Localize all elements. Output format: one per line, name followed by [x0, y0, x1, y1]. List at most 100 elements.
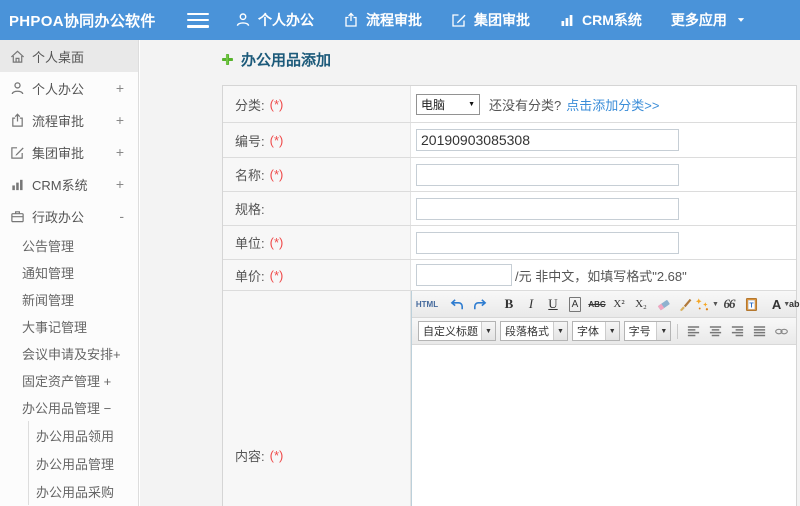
- nav-item-label: 流程审批: [366, 12, 422, 28]
- align-justify-button[interactable]: [749, 321, 769, 341]
- italic-glyph: I: [528, 296, 534, 311]
- sidebar-item-label: 行政办公: [32, 209, 85, 225]
- expand-plus-icon[interactable]: +: [116, 112, 124, 128]
- sidebar-item-9[interactable]: 大事记管理: [0, 313, 138, 340]
- eraser-button[interactable]: [653, 294, 673, 314]
- html-source-button[interactable]: HTML: [416, 294, 438, 314]
- bold-button[interactable]: B: [499, 294, 519, 314]
- underline-button[interactable]: U: [543, 294, 563, 314]
- unit-input[interactable]: [416, 231, 679, 254]
- strikethrough-button[interactable]: ABC: [587, 294, 607, 314]
- font-family-select[interactable]: 字体 ▼: [572, 321, 620, 341]
- sidebar-item-7[interactable]: 通知管理: [0, 259, 138, 286]
- link-button[interactable]: [771, 321, 791, 341]
- blockquote-button[interactable]: 66: [719, 294, 739, 314]
- font-size-select[interactable]: 字号 ▼: [623, 321, 672, 341]
- nav-item-4[interactable]: CRM系统: [559, 10, 642, 30]
- field-label-price: 单价:: [235, 268, 265, 284]
- editor-toolbar-row2: 自定义标题 ▼ 段落格式 ▼ 字体 ▼ 字号 ▼: [412, 318, 796, 345]
- topbar: PHPOA协同办公软件 个人办公 流程审批 集团审批 CRM系统 更多应用: [0, 0, 800, 40]
- collapse-minus-icon[interactable]: -: [119, 208, 124, 224]
- required-mark: (*): [269, 235, 284, 250]
- sidebar-item-12[interactable]: 办公用品管理 −: [0, 394, 138, 421]
- highlight-color-button[interactable]: ab▼: [789, 294, 800, 314]
- sidebar-item-label: 新闻管理: [22, 293, 75, 308]
- required-mark: (*): [269, 167, 284, 182]
- edit-icon: [10, 145, 25, 160]
- form-row-price: 单价: (*) /元 非中文，如填写格式"2.68": [223, 260, 796, 291]
- boxed-a-button[interactable]: A: [565, 294, 585, 314]
- sidebar-item-6[interactable]: 公告管理: [0, 232, 138, 259]
- page-title-row: 办公用品添加: [221, 49, 331, 70]
- sidebar-item-14[interactable]: 办公用品管理: [29, 449, 138, 477]
- menu-toggle-icon[interactable]: [187, 12, 209, 28]
- sidebar-item-11[interactable]: 固定资产管理 +: [0, 367, 138, 394]
- sidebar-item-label: CRM系统: [32, 177, 88, 193]
- align-center-icon: [708, 324, 723, 339]
- auto-typeset-button[interactable]: ▼: [695, 294, 719, 314]
- sidebar-item-15[interactable]: 办公用品采购: [29, 477, 138, 505]
- add-category-link[interactable]: 点击添加分类>>: [566, 95, 659, 114]
- paragraph-format-select[interactable]: 段落格式 ▼: [500, 321, 568, 341]
- category-select[interactable]: 电脑 ▼: [416, 93, 480, 115]
- sidebar-item-0[interactable]: 个人桌面: [0, 40, 138, 72]
- sidebar-item-8[interactable]: 新闻管理: [0, 286, 138, 313]
- form-row-category: 分类: (*) 电脑 ▼ 还没有分类? 点击添加分类>>: [223, 86, 796, 123]
- svg-text:T: T: [749, 302, 754, 309]
- undo-icon: [450, 297, 465, 312]
- auto-typeset-icon: [695, 297, 710, 312]
- sidebar-item-10[interactable]: 会议申请及安排+: [0, 340, 138, 367]
- align-left-button[interactable]: [683, 321, 703, 341]
- italic-button[interactable]: I: [521, 294, 541, 314]
- nav-item-2[interactable]: 流程审批: [343, 10, 422, 30]
- undo-button[interactable]: [447, 294, 467, 314]
- boxed-a-glyph: A: [568, 296, 582, 312]
- name-input[interactable]: [416, 163, 679, 186]
- paste-text-button[interactable]: T: [741, 294, 761, 314]
- nav-item-3[interactable]: 集团审批: [451, 10, 530, 30]
- nav-item-1[interactable]: 个人办公: [235, 10, 314, 30]
- price-input[interactable]: [416, 264, 512, 286]
- sidebar-item-3[interactable]: 集团审批 +: [0, 136, 138, 168]
- user-icon: [235, 12, 251, 28]
- format-brush-button[interactable]: [675, 294, 695, 314]
- editor-content-area[interactable]: [412, 345, 796, 506]
- format-brush-icon: [678, 297, 693, 312]
- align-right-button[interactable]: [727, 321, 747, 341]
- edit-icon: [451, 12, 467, 28]
- sidebar-item-13[interactable]: 办公用品领用: [29, 421, 138, 449]
- expand-plus-icon[interactable]: +: [116, 176, 124, 192]
- sidebar-item-label: 个人桌面: [32, 49, 85, 65]
- spec-input[interactable]: [416, 197, 679, 220]
- code-input[interactable]: [416, 129, 679, 151]
- sidebar-item-4[interactable]: CRM系统 +: [0, 168, 138, 200]
- main-content: 办公用品添加 分类: (*) 电脑 ▼ 还没有分类? 点击添加分类>> 编号: …: [140, 40, 800, 506]
- nav-item-5[interactable]: 更多应用: [671, 10, 746, 30]
- sidebar-item-5[interactable]: 行政办公 -: [0, 200, 138, 232]
- redo-button[interactable]: [469, 294, 489, 314]
- sidebar-item-1[interactable]: 个人办公 +: [0, 72, 138, 104]
- editor-toolbar-row1: HTML BIUA ABCX²X₂ ▼66 T A▼ab▼: [412, 291, 800, 318]
- sidebar-item-label: 个人办公: [32, 81, 85, 97]
- link-icon: [774, 324, 789, 339]
- expand-plus-icon[interactable]: +: [116, 144, 124, 160]
- chart-icon: [559, 12, 575, 28]
- redo-icon: [472, 297, 487, 312]
- sidebar-item-label: 大事记管理: [22, 320, 88, 335]
- nav-item-label: 集团审批: [474, 12, 530, 28]
- sidebar-item-label: 流程审批: [32, 113, 85, 129]
- select-arrow-icon: ▼: [468, 100, 475, 108]
- custom-heading-select[interactable]: 自定义标题 ▼: [418, 321, 496, 341]
- price-hint: /元 非中文，如填写格式"2.68": [515, 268, 687, 284]
- subscript-button[interactable]: X₂: [631, 294, 651, 314]
- expand-plus-icon[interactable]: +: [116, 80, 124, 96]
- align-center-button[interactable]: [705, 321, 725, 341]
- superscript-button[interactable]: X²: [609, 294, 629, 314]
- field-label-name: 名称:: [235, 168, 265, 183]
- nav-item-label: 个人办公: [258, 12, 314, 28]
- font-color-button[interactable]: A ▼: [771, 294, 791, 314]
- font-size-select-label: 字号: [628, 326, 651, 338]
- required-mark: (*): [269, 132, 284, 148]
- dropdown-caret-icon: ▼: [656, 322, 671, 340]
- sidebar-item-2[interactable]: 流程审批 +: [0, 104, 138, 136]
